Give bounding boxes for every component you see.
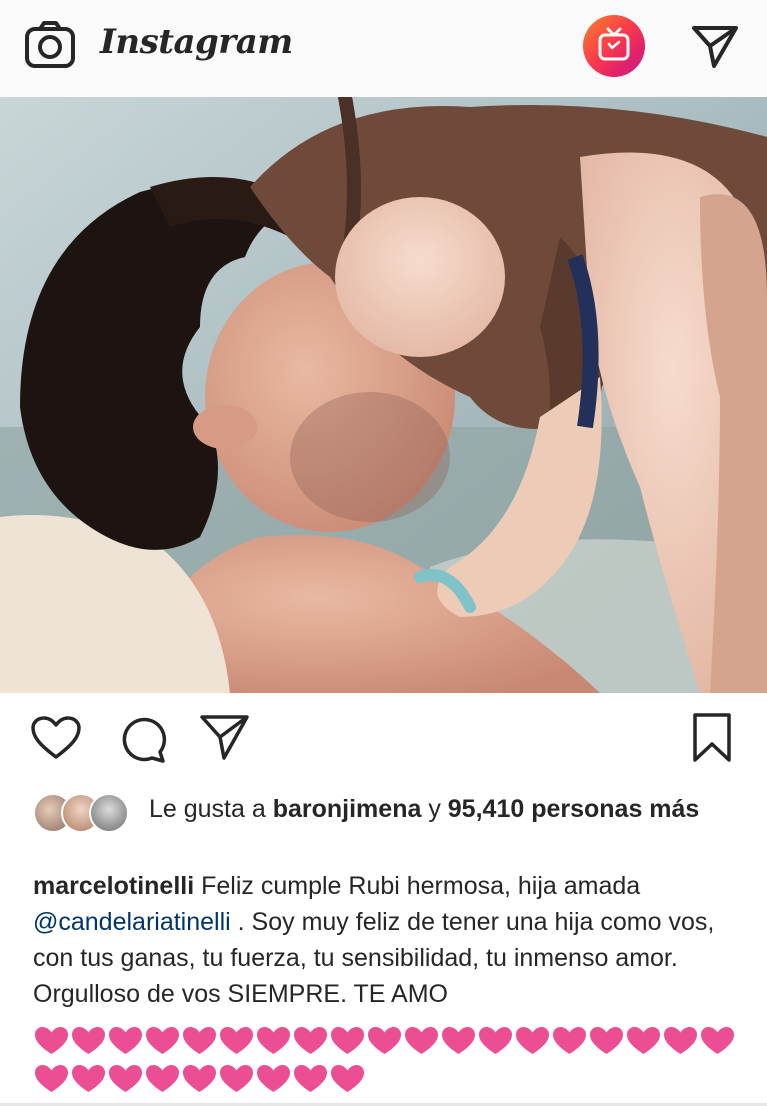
post-caption: marcelotinelli Feliz cumple Rubi hermosa… xyxy=(33,868,748,1012)
post-photo[interactable] xyxy=(0,97,767,693)
hearts-row-1 xyxy=(33,1022,753,1060)
heart-emoji-icon xyxy=(442,1027,475,1054)
heart-emoji-icon xyxy=(183,1065,216,1092)
heart-emoji-icon xyxy=(220,1027,253,1054)
heart-emoji-icon xyxy=(35,1065,68,1092)
instagram-logo: Instagram xyxy=(100,22,293,62)
liker-avatars[interactable] xyxy=(33,793,133,835)
heart-emoji-icon xyxy=(257,1065,290,1092)
heart-emoji-icon xyxy=(109,1027,142,1054)
heart-emoji-icon xyxy=(294,1027,327,1054)
liker-username[interactable]: baronjimena xyxy=(273,795,422,823)
heart-emojis xyxy=(33,1022,753,1098)
likes-prefix: Le gusta a xyxy=(149,795,273,823)
caption-text-1: Feliz cumple Rubi hermosa, hija amada xyxy=(194,872,641,900)
top-bar: Instagram xyxy=(0,0,767,97)
heart-emoji-icon xyxy=(664,1027,697,1054)
heart-emoji-icon xyxy=(331,1065,364,1092)
likes-connector: y xyxy=(421,795,448,823)
heart-emoji-icon xyxy=(516,1027,549,1054)
heart-emoji-icon xyxy=(405,1027,438,1054)
heart-emoji-icon xyxy=(35,1027,68,1054)
heart-emoji-icon xyxy=(701,1027,734,1054)
likes-count[interactable]: 95,410 personas más xyxy=(448,795,700,823)
hearts-row-2 xyxy=(33,1060,753,1098)
direct-message-icon[interactable] xyxy=(690,22,740,70)
comment-icon[interactable] xyxy=(117,715,167,768)
heart-emoji-icon xyxy=(72,1065,105,1092)
heart-emoji-icon xyxy=(331,1027,364,1054)
camera-icon[interactable] xyxy=(24,21,76,69)
heart-emoji-icon xyxy=(183,1027,216,1054)
heart-emoji-icon xyxy=(294,1065,327,1092)
heart-emoji-icon xyxy=(220,1065,253,1092)
likes-text[interactable]: Le gusta a baronjimena y 95,410 personas… xyxy=(149,792,739,826)
bookmark-icon[interactable] xyxy=(691,712,733,769)
heart-emoji-icon xyxy=(146,1027,179,1054)
heart-emoji-icon xyxy=(553,1027,586,1054)
heart-emoji-icon xyxy=(368,1027,401,1054)
igtv-icon[interactable] xyxy=(583,15,645,77)
heart-emoji-icon xyxy=(627,1027,660,1054)
heart-emoji-icon xyxy=(72,1027,105,1054)
heart-emoji-icon xyxy=(146,1065,179,1092)
heart-emoji-icon xyxy=(479,1027,512,1054)
likes-section: Le gusta a baronjimena y 95,410 personas… xyxy=(0,788,767,868)
caption-username[interactable]: marcelotinelli xyxy=(33,872,194,900)
heart-emoji-icon xyxy=(109,1065,142,1092)
heart-emoji-icon xyxy=(590,1027,623,1054)
heart-icon[interactable] xyxy=(30,715,82,766)
caption-mention[interactable]: @candelariatinelli xyxy=(33,908,231,936)
share-icon[interactable] xyxy=(199,713,251,766)
avatar[interactable] xyxy=(89,793,129,833)
post-actions xyxy=(0,693,767,788)
heart-emoji-icon xyxy=(257,1027,290,1054)
